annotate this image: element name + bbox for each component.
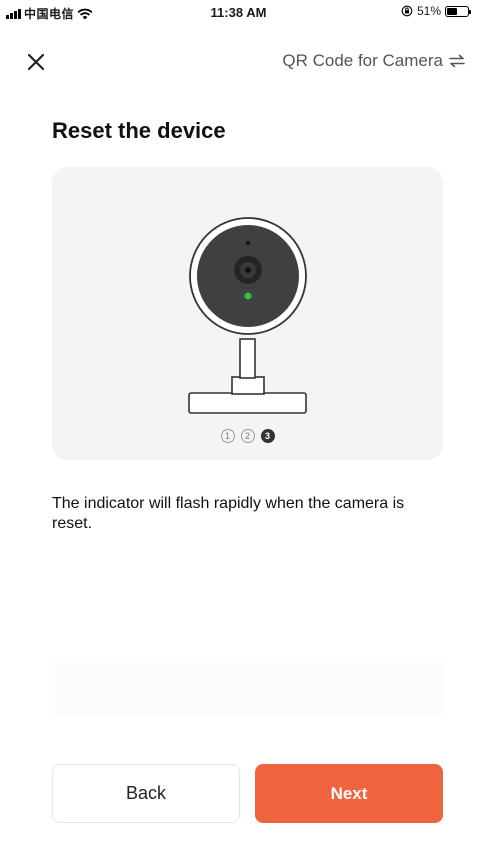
battery-fill: [447, 7, 458, 15]
step-dot: 3: [260, 429, 275, 443]
illustration-card: 123: [52, 167, 443, 460]
close-button[interactable]: [24, 50, 48, 74]
close-icon: [27, 53, 45, 71]
back-button[interactable]: Back: [52, 764, 240, 823]
camera-illustration: [188, 217, 307, 414]
step-indicator: 123: [52, 429, 443, 443]
status-bar: 中国电信 11:38 AM 51%: [0, 0, 477, 24]
battery-icon: [445, 5, 471, 17]
next-button[interactable]: Next: [255, 764, 443, 823]
indicator-light: [244, 292, 252, 300]
mode-switch-button[interactable]: QR Code for Camera: [282, 51, 465, 71]
orientation-lock-icon: [401, 5, 413, 17]
step-dot: 2: [240, 429, 255, 443]
instruction-text: The indicator will flash rapidly when th…: [52, 495, 405, 532]
step-dot: 1: [220, 429, 235, 443]
switch-arrows-icon: [449, 54, 465, 68]
empty-panel: [50, 662, 444, 716]
mode-switch-label: QR Code for Camera: [282, 51, 443, 70]
status-right: 51%: [401, 4, 471, 18]
battery-percent: 51%: [416, 4, 441, 18]
page-title: Reset the device: [52, 118, 226, 143]
